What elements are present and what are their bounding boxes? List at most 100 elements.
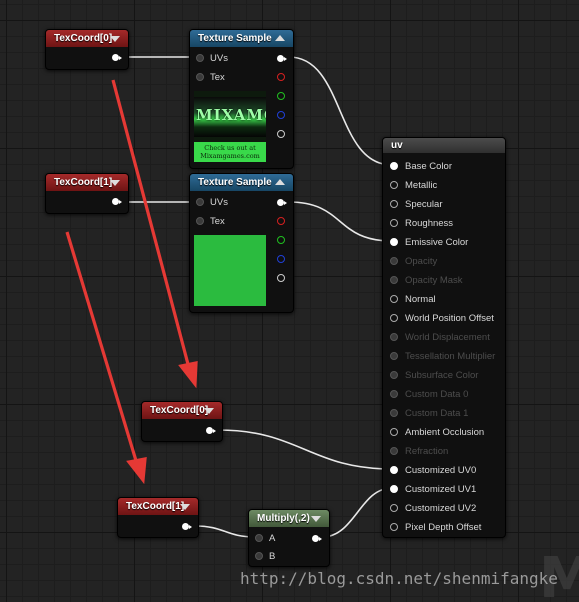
material-input-label: Tessellation Multiplier — [405, 351, 496, 362]
b-input-pin[interactable] — [255, 552, 263, 560]
texture-sample-node-2[interactable]: Texture Sample UVs Tex — [189, 173, 294, 313]
material-input-label: Specular — [405, 199, 443, 210]
collapse-arrow-icon[interactable] — [311, 516, 321, 522]
tex-input-pin[interactable] — [196, 73, 204, 81]
collapse-arrow-icon[interactable] — [110, 180, 120, 186]
material-input-pin[interactable] — [390, 295, 398, 303]
material-input-label: Opacity — [405, 256, 438, 267]
node-header[interactable]: TexCoord[1] — [46, 174, 128, 191]
uvs-input-pin[interactable] — [196, 54, 204, 62]
annotation-arrowhead-2 — [126, 457, 147, 485]
multiply-node[interactable]: Multiply(,2) A B — [248, 509, 330, 567]
uvs-input-pin[interactable] — [196, 198, 204, 206]
material-input-pin[interactable] — [390, 200, 398, 208]
material-input-pin[interactable] — [390, 314, 398, 322]
texcoord-node-0[interactable]: TexCoord[0] — [45, 29, 129, 70]
collapse-arrow-icon[interactable] — [275, 179, 285, 185]
node-title: Multiply(,2) — [257, 513, 310, 524]
r-output-pin[interactable] — [277, 73, 285, 81]
material-input-label: Pixel Depth Offset — [405, 522, 482, 533]
material-input-pin[interactable] — [390, 162, 398, 170]
url-watermark: http://blog.csdn.net/shenmifangke — [240, 569, 558, 588]
output-pin[interactable] — [112, 54, 122, 61]
wire-texture2-rgb-to-emissive — [288, 201, 393, 242]
texcoord-node-1-lower[interactable]: TexCoord[1] — [117, 497, 199, 538]
node-header[interactable]: TexCoord[0] — [46, 30, 128, 47]
material-input-pin[interactable] — [390, 485, 398, 493]
node-header[interactable]: Texture Sample — [190, 174, 293, 191]
material-input-label: Customized UV1 — [405, 484, 477, 495]
g-output-pin[interactable] — [277, 92, 285, 100]
material-input-pin[interactable] — [390, 257, 398, 265]
b-output-pin[interactable] — [277, 255, 285, 263]
material-input-label: Metallic — [405, 180, 438, 191]
output-pin[interactable] — [206, 427, 216, 434]
node-header[interactable]: TexCoord[1] — [118, 498, 198, 515]
collapse-arrow-icon[interactable] — [180, 504, 190, 510]
material-input-pin[interactable] — [390, 333, 398, 341]
material-input-label: Roughness — [405, 218, 454, 229]
material-input-label: World Displacement — [405, 332, 490, 343]
r-output-pin[interactable] — [277, 217, 285, 225]
uvs-label: UVs — [210, 53, 228, 64]
texcoord-node-0-lower[interactable]: TexCoord[0] — [141, 401, 223, 442]
material-input-label: Refraction — [405, 446, 449, 457]
material-input-label: Customized UV0 — [405, 465, 477, 476]
collapse-arrow-icon[interactable] — [204, 408, 214, 414]
material-input-pin[interactable] — [390, 238, 398, 246]
material-input-pin[interactable] — [390, 352, 398, 360]
material-input-label: Opacity Mask — [405, 275, 463, 286]
thumbnail-caption: Check us out at Mixamgames.com — [194, 142, 266, 162]
output-pin[interactable] — [312, 535, 322, 542]
node-title: TexCoord[1] — [54, 177, 113, 188]
texture-sample-node-1[interactable]: Texture Sample UVs Tex MIXAMO Check us o… — [189, 29, 294, 169]
thumbnail-logo: MIXAMO — [196, 106, 266, 124]
a-label: A — [269, 533, 276, 544]
collapse-arrow-icon[interactable] — [275, 35, 285, 41]
material-input-label: Emissive Color — [405, 237, 469, 248]
texture-thumbnail — [194, 235, 266, 306]
collapse-arrow-icon[interactable] — [110, 36, 120, 42]
uvs-label: UVs — [210, 197, 228, 208]
material-input-label: Custom Data 1 — [405, 408, 469, 419]
material-input-pin[interactable] — [390, 466, 398, 474]
material-input-label: Customized UV2 — [405, 503, 477, 514]
material-input-pin[interactable] — [390, 371, 398, 379]
b-label: B — [269, 551, 276, 562]
node-header[interactable]: Multiply(,2) — [249, 510, 329, 527]
material-input-pin[interactable] — [390, 447, 398, 455]
node-title: Texture Sample — [198, 33, 272, 44]
a-output-pin[interactable] — [277, 274, 285, 282]
a-input-pin[interactable] — [255, 534, 263, 542]
node-title: TexCoord[1] — [126, 501, 185, 512]
material-input-label: Custom Data 0 — [405, 389, 469, 400]
node-header[interactable]: uv — [383, 138, 505, 153]
output-pin[interactable] — [182, 523, 192, 530]
a-output-pin[interactable] — [277, 130, 285, 138]
node-title: TexCoord[0] — [150, 405, 209, 416]
b-output-pin[interactable] — [277, 111, 285, 119]
node-header[interactable]: TexCoord[0] — [142, 402, 222, 419]
wire-texcoord1b-to-multiply-a — [194, 525, 257, 538]
texcoord-node-1[interactable]: TexCoord[1] — [45, 173, 129, 214]
material-result-node[interactable]: uv Base Color Metallic Specular Roughness Em… — [382, 137, 506, 538]
rgb-output-pin[interactable] — [277, 55, 287, 62]
material-input-pin[interactable] — [390, 504, 398, 512]
output-pin[interactable] — [112, 198, 122, 205]
material-input-pin[interactable] — [390, 276, 398, 284]
tex-input-pin[interactable] — [196, 217, 204, 225]
material-input-pin[interactable] — [390, 219, 398, 227]
material-input-pin[interactable] — [390, 181, 398, 189]
material-input-pin[interactable] — [390, 390, 398, 398]
node-title: Texture Sample — [198, 177, 272, 188]
material-input-pin[interactable] — [390, 523, 398, 531]
material-input-pin[interactable] — [390, 409, 398, 417]
node-header[interactable]: Texture Sample — [190, 30, 293, 47]
material-input-label: Normal — [405, 294, 436, 305]
g-output-pin[interactable] — [277, 236, 285, 244]
material-input-pin[interactable] — [390, 428, 398, 436]
tex-label: Tex — [210, 216, 225, 227]
rgb-output-pin[interactable] — [277, 199, 287, 206]
texture-thumbnail: MIXAMO Check us out at Mixamgames.com — [194, 91, 266, 162]
wire-texcoord0b-to-customuv0 — [217, 429, 393, 470]
